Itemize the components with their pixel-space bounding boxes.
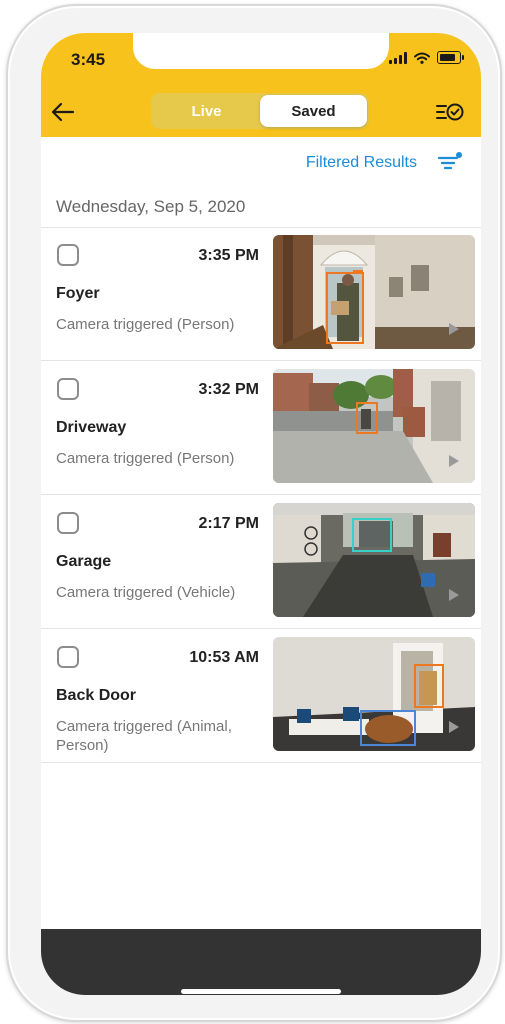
back-button[interactable] [49,99,77,125]
event-row[interactable]: 2:17 PM Garage Camera triggered (Vehicle… [41,495,481,629]
event-row[interactable]: 3:35 PM Foyer Camera triggered (Person) [41,227,481,361]
signal-icon [389,52,407,64]
event-time: 3:35 PM [198,247,259,264]
filtered-results-link[interactable]: Filtered Results [306,154,417,172]
list-check-icon [436,103,464,121]
tab-saved[interactable]: Saved [260,95,367,127]
driveway-snapshot-image [273,369,475,483]
event-time: 3:32 PM [198,381,259,398]
filter-icon[interactable] [437,151,463,175]
event-time: 2:17 PM [198,515,259,532]
event-checkbox[interactable] [57,646,79,668]
phone-frame: 3:45 Live Saved Filtered Results Wednesd… [6,4,502,1022]
events-list-button[interactable] [435,99,465,125]
app-screen: 3:45 Live Saved Filtered Results Wednesd… [41,33,481,995]
foyer-snapshot[interactable] [273,235,475,349]
date-label: Wednesday, Sep 5, 2020 [56,197,246,216]
event-description: Camera triggered (Person) [56,316,235,333]
arrow-left-icon [51,102,75,122]
tab-live[interactable]: Live [153,95,260,127]
bottom-bar [41,929,481,995]
back-door-snapshot[interactable] [273,637,475,751]
date-section-header: Wednesday, Sep 5, 2020 [41,189,481,228]
garage-snapshot[interactable] [273,503,475,617]
event-description: Camera triggered (Person) [56,450,235,467]
status-icons [389,51,464,64]
filter-row: Filtered Results [41,137,481,189]
wifi-icon [414,52,430,64]
event-description: Camera triggered (Animal, Person) [56,718,232,754]
device-notch [133,33,389,69]
battery-icon [437,51,464,64]
home-indicator[interactable] [181,989,341,994]
driveway-snapshot[interactable] [273,369,475,483]
header-bar: 3:45 Live Saved [41,33,481,137]
back-door-snapshot-image [273,637,475,751]
event-description: Camera triggered (Vehicle) [56,584,236,601]
event-camera-name: Foyer [56,285,100,302]
event-checkbox[interactable] [57,244,79,266]
foyer-snapshot-image [273,235,475,349]
garage-snapshot-image [273,503,475,617]
event-row[interactable]: 3:32 PM Driveway Camera triggered (Perso… [41,361,481,495]
event-time: 10:53 AM [189,649,259,666]
event-checkbox[interactable] [57,378,79,400]
status-time: 3:45 [71,50,106,69]
event-row[interactable]: 10:53 AM Back Door Camera triggered (Ani… [41,629,481,763]
event-checkbox[interactable] [57,512,79,534]
event-camera-name: Back Door [56,687,137,704]
view-mode-switch: Live Saved [151,93,369,129]
event-camera-name: Driveway [56,419,127,436]
event-camera-name: Garage [56,553,112,570]
